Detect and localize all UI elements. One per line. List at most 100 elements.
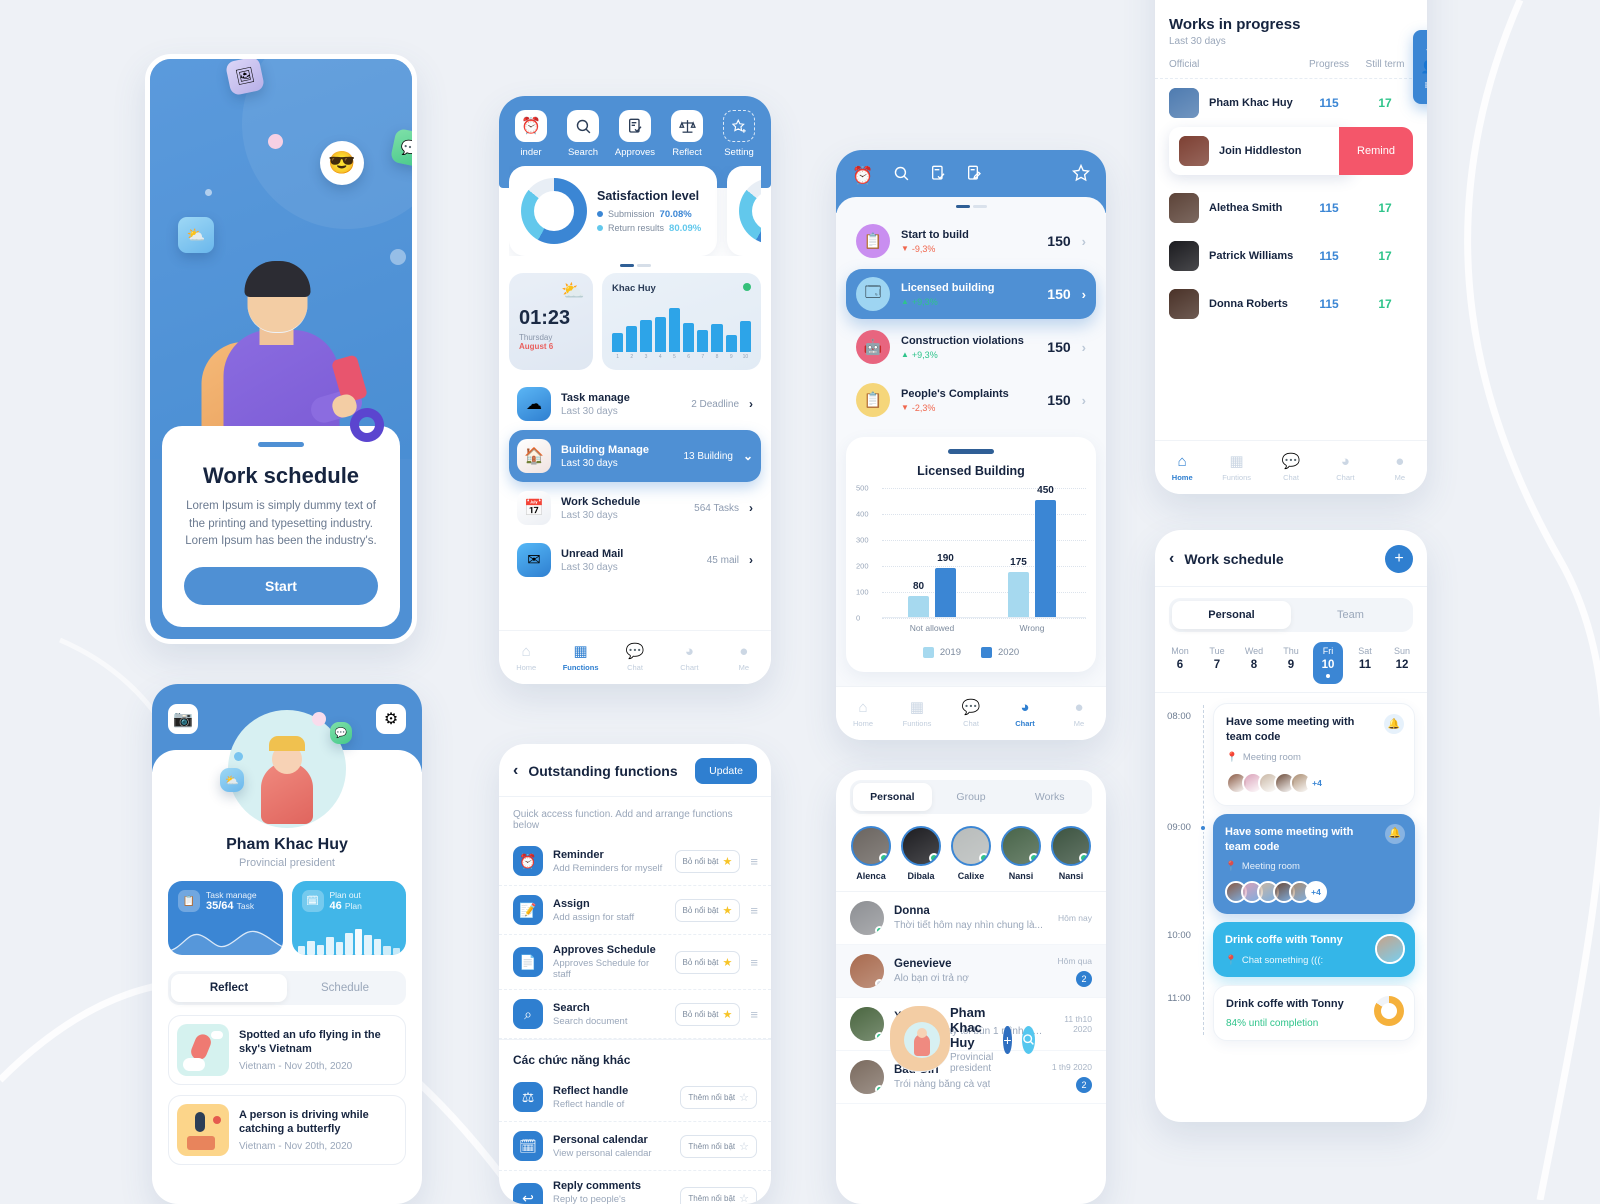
feature-toggle[interactable]: Thêm nổi bật ☆	[680, 1135, 757, 1158]
event-card[interactable]: Drink coffe with Tonny📍Chat something ((…	[1213, 922, 1415, 977]
function-row[interactable]: 📅 Work Schedule Last 30 days 564 Tasks ›	[509, 482, 761, 534]
feature-toggle[interactable]: Bỏ nổi bật ★	[675, 1003, 741, 1026]
assign-icon[interactable]	[966, 165, 982, 186]
function-row[interactable]: ✉ Unread Mail Last 30 days 45 mail ›	[509, 534, 761, 586]
stat-row[interactable]: 🤖 Construction violations ▲ +9,3% 150 ›	[846, 322, 1096, 372]
plus-icon[interactable]: +	[1385, 545, 1413, 573]
bell-icon[interactable]: 🔔	[1384, 714, 1404, 734]
tab-team[interactable]: Team	[1291, 601, 1410, 629]
day-cell[interactable]: Sun 12	[1387, 642, 1417, 684]
day-cell[interactable]: Wed 8	[1239, 642, 1269, 684]
chevron-left-icon[interactable]: ‹	[1169, 550, 1174, 568]
tab-me[interactable]: ● Me	[1052, 700, 1106, 728]
day-cell[interactable]: Fri 10	[1313, 642, 1343, 684]
feature-toggle[interactable]: Bỏ nổi bật ★	[675, 899, 741, 922]
tab-funtions[interactable]: ▦ Funtions	[1209, 454, 1263, 482]
gear-icon[interactable]: ⚙	[376, 704, 406, 734]
story-item[interactable]: Dibala	[898, 826, 944, 881]
feature-toggle[interactable]: Bỏ nổi bật ★	[675, 951, 741, 974]
activity-widget[interactable]: Khac Huy 12345678910	[602, 273, 761, 370]
list-item[interactable]: Spotted an ufo flying in the sky's Vietn…	[168, 1015, 406, 1085]
camera-icon[interactable]: 📷	[168, 704, 198, 734]
story-item[interactable]: Calixe	[948, 826, 994, 881]
tab-chart[interactable]: ◕ Chart	[662, 644, 716, 672]
function-row[interactable]: 🗓 Personal calendar View personal calend…	[499, 1122, 771, 1171]
tab-functions[interactable]: ▦ Functions	[553, 644, 607, 672]
event-card[interactable]: Have some meeting with team code📍Meeting…	[1213, 703, 1415, 806]
stat-row[interactable]: 📋 Start to build ▼ -9,3% 150 ›	[846, 216, 1096, 266]
star-icon[interactable]	[1072, 164, 1090, 187]
tab-chat[interactable]: 💬 Chat	[608, 644, 662, 672]
table-row[interactable]: Join Hiddleston Remind	[1155, 127, 1427, 184]
tab-funtions[interactable]: ▦ Funtions	[890, 700, 944, 728]
feature-toggle[interactable]: Bỏ nổi bật ★	[675, 850, 741, 873]
event-card[interactable]: Have some meeting with team code📍Meeting…	[1213, 814, 1415, 915]
drag-handle-icon[interactable]: ≡	[750, 955, 757, 970]
story-item[interactable]: Alenca	[848, 826, 894, 881]
chevron-left-icon[interactable]: ‹	[513, 762, 518, 780]
drag-handle-icon[interactable]: ≡	[750, 903, 757, 918]
table-row[interactable]: Donna Roberts 115 17	[1155, 280, 1427, 328]
function-row[interactable]: 📝 Assign Add assign for staff Bỏ nổi bật…	[499, 886, 771, 935]
story-item[interactable]: Nansi	[1048, 826, 1094, 881]
tab-home[interactable]: ⌂ Home	[1155, 454, 1209, 482]
side-drawer-handle[interactable]: ‹ 👤 ≡	[1413, 30, 1427, 104]
tab-home[interactable]: ⌂ Home	[836, 700, 890, 728]
doc-check-icon[interactable]	[930, 165, 946, 186]
tab-personal[interactable]: Personal	[853, 783, 932, 811]
conversation-row[interactable]: Donna Thời tiết hôm nay nhìn chung là...…	[836, 892, 1106, 945]
quick-action-search[interactable]: Search	[558, 110, 608, 158]
tab-group[interactable]: Group	[932, 783, 1011, 811]
table-row[interactable]: Alethea Smith 115 17	[1155, 184, 1427, 232]
search-icon[interactable]	[1022, 1026, 1035, 1054]
quick-action-reminder[interactable]: ⏰ inder	[506, 110, 556, 158]
day-cell[interactable]: Mon 6	[1165, 642, 1195, 684]
story-item[interactable]: Nansi	[998, 826, 1044, 881]
satisfaction-card-next[interactable]	[727, 166, 761, 256]
satisfaction-card[interactable]: Satisfaction level Submission 70.08% Ret…	[509, 166, 717, 256]
tab-me[interactable]: ● Me	[717, 644, 771, 672]
update-button[interactable]: Update	[695, 758, 757, 784]
table-row[interactable]: Patrick Williams 115 17	[1155, 232, 1427, 280]
stat-row[interactable]: 🗔 Licensed building ▲ +9,3% 150 ›	[846, 269, 1096, 319]
stat-card-task-manage[interactable]: 📋 Task manage 35/64 Task	[168, 881, 283, 955]
tab-chat[interactable]: 💬 Chat	[1264, 454, 1318, 482]
tab-chat[interactable]: 💬 Chat	[944, 700, 998, 728]
function-row[interactable]: ↩ Reply comments Reply to people's comme…	[499, 1171, 771, 1204]
search-icon[interactable]	[893, 165, 910, 187]
tab-schedule[interactable]: Schedule	[287, 974, 403, 1002]
day-cell[interactable]: Tue 7	[1202, 642, 1232, 684]
function-row[interactable]: ☁ Task manage Last 30 days 2 Deadline ›	[509, 378, 761, 430]
stat-card-plan-out[interactable]: 🗓 Plan out 46 Plan	[292, 881, 407, 955]
remind-button[interactable]: Remind	[1339, 127, 1413, 175]
feature-toggle[interactable]: Thêm nổi bật ☆	[680, 1086, 757, 1109]
day-cell[interactable]: Thu 9	[1276, 642, 1306, 684]
quick-action-setting[interactable]: Setting	[714, 110, 764, 158]
start-button[interactable]: Start	[184, 567, 378, 605]
tab-me[interactable]: ● Me	[1373, 454, 1427, 482]
bell-icon[interactable]: 🔔	[1385, 824, 1405, 844]
function-row[interactable]: 📄 Approves Schedule Approves Schedule fo…	[499, 935, 771, 990]
function-row[interactable]: ⌕ Search Search document Bỏ nổi bật ★ ≡	[499, 990, 771, 1039]
drag-handle-icon[interactable]: ≡	[750, 854, 757, 869]
tab-reflect[interactable]: Reflect	[171, 974, 287, 1002]
tab-personal[interactable]: Personal	[1172, 601, 1291, 629]
function-row[interactable]: ⚖ Reflect handle Reflect handle of Thêm …	[499, 1073, 771, 1122]
tab-works[interactable]: Works	[1010, 783, 1089, 811]
satisfaction-carousel[interactable]: Satisfaction level Submission 70.08% Ret…	[509, 166, 761, 256]
table-row[interactable]: Pham Khac Huy 115 17	[1155, 79, 1427, 127]
quick-action-reflect[interactable]: Reflect	[662, 110, 712, 158]
conversation-row[interactable]: Genevieve Alo bạn ơi trả nợ Hôm qua 2	[836, 945, 1106, 998]
drag-handle-icon[interactable]: ≡	[750, 1007, 757, 1022]
tab-chart[interactable]: ◕ Chart	[1318, 454, 1372, 482]
feature-toggle[interactable]: Thêm nổi bật ☆	[680, 1187, 757, 1204]
event-card[interactable]: Drink coffe with Tonny84% until completi…	[1213, 985, 1415, 1041]
quick-action-approves[interactable]: Approves	[610, 110, 660, 158]
tab-chart[interactable]: ◕ Chart	[998, 700, 1052, 728]
list-item[interactable]: A person is driving while catching a but…	[168, 1095, 406, 1165]
plus-icon[interactable]: +	[1003, 1026, 1011, 1054]
tab-home[interactable]: ⌂ Home	[499, 644, 553, 672]
day-cell[interactable]: Sat 11	[1350, 642, 1380, 684]
stat-row[interactable]: 📋 People's Complaints ▼ -2,3% 150 ›	[846, 375, 1096, 425]
clock-widget[interactable]: ⛅ 01:23 Thursday August 6	[509, 273, 593, 370]
